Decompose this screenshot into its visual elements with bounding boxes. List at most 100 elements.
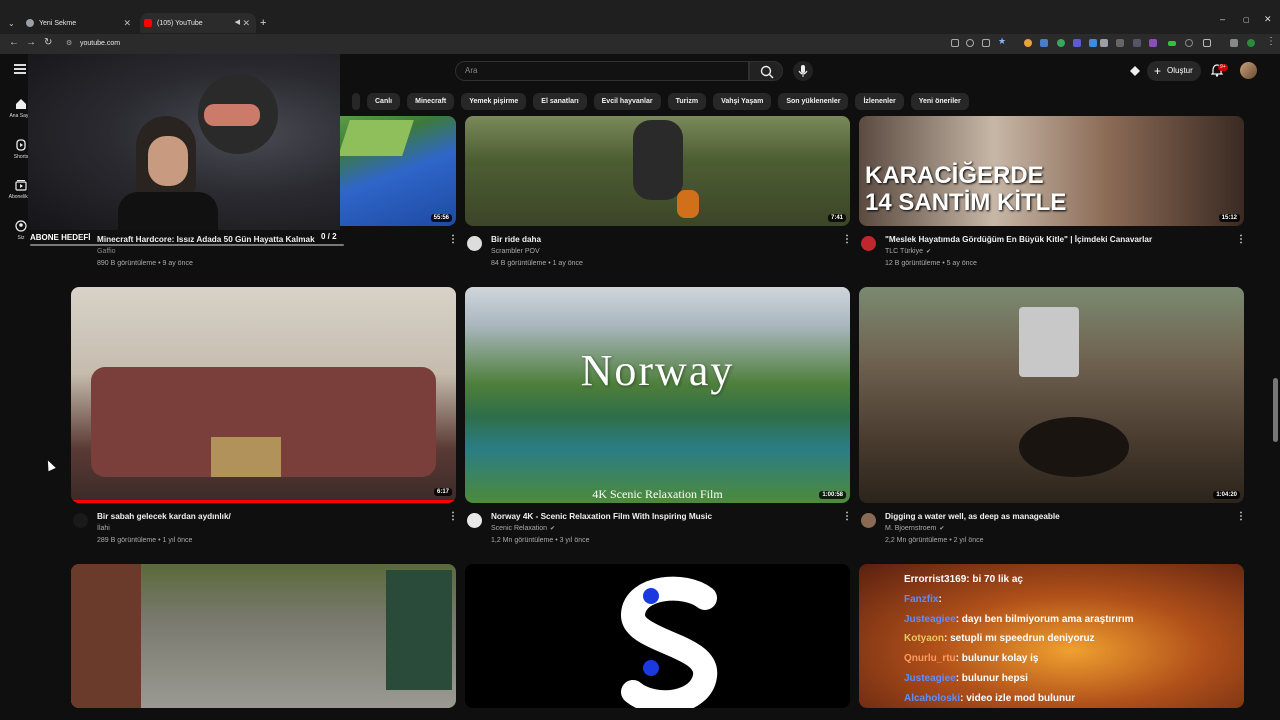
video-meta: 1,2 Mn görüntüleme • 3 yıl önce	[491, 537, 590, 544]
channel-avatar[interactable]	[467, 513, 482, 528]
chip-new-to-you[interactable]: Yeni öneriler	[910, 93, 969, 110]
sidebar-item-label: Shorts	[13, 154, 29, 160]
extension-icon[interactable]	[1073, 39, 1081, 47]
page-scrollbar[interactable]	[1273, 378, 1278, 442]
more-options-icon[interactable]: ⋮	[448, 511, 458, 522]
video-meta: 890 B görüntüleme • 9 ay önce	[97, 260, 193, 267]
more-options-icon[interactable]: ⋮	[842, 511, 852, 522]
channel-name[interactable]: TLC Türkiye ✔	[885, 248, 931, 255]
extension-icon[interactable]	[1089, 39, 1097, 47]
url-field[interactable]: ⚙ youtube.com	[60, 37, 940, 51]
speaker-icon[interactable]: ◀	[235, 18, 240, 26]
install-icon[interactable]	[951, 39, 959, 47]
window-close-icon[interactable]: ✕	[1264, 14, 1272, 25]
channel-avatar[interactable]	[467, 236, 482, 251]
create-button[interactable]: + Oluştur	[1147, 61, 1201, 81]
video-thumbnail[interactable]: 7:41	[465, 116, 850, 226]
extension-icon[interactable]	[1040, 39, 1048, 47]
site-info-icon[interactable]: ⚙	[66, 37, 72, 51]
search-input[interactable]: Ara	[455, 61, 749, 81]
video-title[interactable]: Minecraft Hardcore: Issız Adada 50 Gün H…	[97, 235, 315, 244]
video-title[interactable]: Norway 4K - Scenic Relaxation Film With …	[491, 512, 712, 521]
extension-icon[interactable]	[1057, 39, 1065, 47]
channel-avatar[interactable]	[861, 513, 876, 528]
chip-cooking[interactable]: Yemek pişirme	[461, 93, 527, 110]
chip-watched[interactable]: İzlenenler	[855, 93, 904, 110]
minimize-icon[interactable]: –	[1220, 14, 1225, 24]
extension-icon[interactable]	[1168, 41, 1176, 46]
voice-search-button[interactable]	[793, 61, 813, 81]
more-options-icon[interactable]: ⋮	[1236, 234, 1246, 245]
table-shape	[211, 437, 281, 477]
game-hud-right	[386, 570, 452, 690]
home-icon	[16, 99, 26, 109]
new-tab-button[interactable]: +	[260, 13, 272, 33]
tab-youtube[interactable]: (105) YouTube ◀ ✕	[140, 13, 256, 33]
verified-icon: ✔	[926, 249, 932, 255]
chip-crafts[interactable]: El sanatları	[533, 93, 587, 110]
tab-search-button[interactable]: ⌄	[4, 13, 18, 33]
extension-c-icon[interactable]	[1024, 39, 1032, 47]
more-options-icon[interactable]: ⋮	[1236, 511, 1246, 522]
bookmark-star-icon[interactable]: ★	[998, 36, 1006, 46]
search-button[interactable]	[749, 61, 783, 81]
video-thumbnail[interactable]	[71, 564, 456, 708]
notification-badge: 9+	[1218, 64, 1228, 71]
duration-badge: 15:12	[1218, 214, 1240, 222]
chip-scroll-left[interactable]	[352, 93, 360, 110]
forward-icon[interactable]: →	[26, 37, 36, 48]
channel-avatar[interactable]	[861, 236, 876, 251]
chip-tourism[interactable]: Turizm	[667, 93, 707, 110]
extension-icon[interactable]	[1185, 39, 1193, 47]
extensions-puzzle-icon[interactable]	[1203, 39, 1211, 47]
more-options-icon[interactable]: ⋮	[448, 234, 458, 245]
chip-recently-uploaded[interactable]: Son yüklenenler	[778, 93, 849, 110]
thumbnail-subtitle: 4K Scenic Relaxation Film	[592, 487, 723, 501]
video-thumbnail[interactable]: Errorrist3169: bi 70 lik aç Fanzfix: Jus…	[859, 564, 1244, 708]
studio-icon[interactable]	[1129, 64, 1141, 76]
account-icon[interactable]	[1247, 39, 1255, 47]
channel-name[interactable]: Scenic Relaxation ✔	[491, 525, 555, 532]
extension-icon[interactable]	[1133, 39, 1141, 47]
maximize-icon[interactable]: ▢	[1243, 16, 1250, 24]
video-thumbnail[interactable]: KARACİĞERDE 14 SANTİM KİTLE 15:12	[859, 116, 1244, 226]
watch-progress-bar	[71, 500, 456, 503]
channel-name[interactable]: Scrambler POV	[491, 248, 540, 255]
close-tab-icon[interactable]: ✕	[242, 18, 250, 29]
mascot-goggles	[204, 104, 260, 126]
eye-off-icon[interactable]	[982, 39, 990, 47]
video-thumbnail[interactable]: Norway 4K Scenic Relaxation Film 1:00:58	[465, 287, 850, 503]
hamburger-menu-icon[interactable]	[14, 64, 26, 74]
video-title[interactable]: "Meslek Hayatımda Gördüğüm En Büyük Kitl…	[885, 235, 1152, 244]
more-options-icon[interactable]: ⋮	[842, 234, 852, 245]
browser-menu-icon[interactable]: ⋮	[1266, 36, 1276, 47]
channel-name[interactable]: M. Bjoernstroem ✔	[885, 525, 944, 532]
video-title[interactable]: Bir sabah gelecek kardan aydınlık/	[97, 512, 231, 521]
zoom-icon[interactable]	[966, 39, 974, 47]
channel-name[interactable]: İlahi	[97, 525, 110, 532]
reload-icon[interactable]: ↻	[44, 37, 52, 48]
extension-icon[interactable]	[1116, 39, 1124, 47]
close-tab-icon[interactable]: ✕	[123, 18, 131, 29]
tab-new-tab[interactable]: Yeni Sekme ✕	[22, 13, 137, 33]
chip-minecraft[interactable]: Minecraft	[407, 93, 455, 110]
glove-shape	[677, 190, 699, 218]
channel-name[interactable]: Gaffio	[97, 248, 116, 255]
chip-wildlife[interactable]: Vahşi Yaşam	[713, 93, 772, 110]
avatar[interactable]	[1240, 62, 1257, 79]
chip-pets[interactable]: Evcil hayvanlar	[593, 93, 661, 110]
chip-live[interactable]: Canlı	[367, 93, 401, 110]
category-chips: Canlı Minecraft Yemek pişirme El sanatla…	[352, 93, 969, 111]
youtube-favicon-icon	[144, 19, 152, 27]
video-thumbnail[interactable]: 1:04:20	[859, 287, 1244, 503]
extension-icon[interactable]	[1100, 39, 1108, 47]
video-title[interactable]: Digging a water well, as deep as managea…	[885, 512, 1060, 521]
video-title[interactable]: Bir ride daha	[491, 235, 541, 244]
profile-icon[interactable]	[1230, 39, 1238, 47]
video-thumbnail[interactable]: 6:17	[71, 287, 456, 503]
extension-icon[interactable]	[1149, 39, 1157, 47]
back-icon[interactable]: ←	[9, 37, 19, 48]
channel-avatar[interactable]	[73, 513, 88, 528]
duration-badge: 6:17	[433, 488, 452, 496]
video-thumbnail[interactable]	[465, 564, 850, 708]
